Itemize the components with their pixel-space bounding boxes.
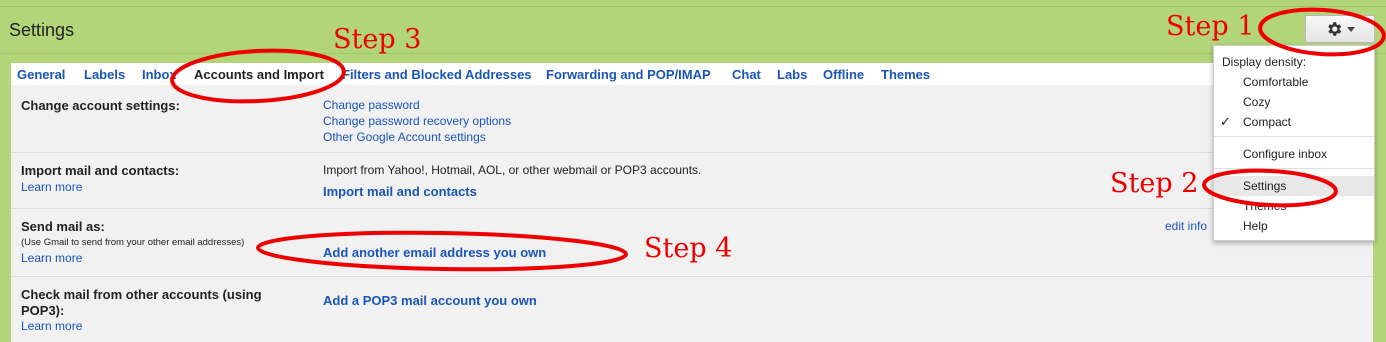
top-divider	[0, 6, 1386, 7]
menu-item-help[interactable]: Help	[1214, 216, 1374, 236]
settings-panel: General Labels Inbox Accounts and Import…	[11, 63, 1373, 342]
tab-filters[interactable]: Filters and Blocked Addresses	[342, 67, 532, 82]
change-password-link[interactable]: Change password	[323, 98, 420, 112]
title-divider	[0, 53, 1386, 54]
tab-chat[interactable]: Chat	[732, 67, 761, 82]
import-mail-link[interactable]: Import mail and contacts	[323, 184, 477, 199]
tab-themes[interactable]: Themes	[881, 67, 930, 82]
menu-item-label: Themes	[1243, 199, 1287, 213]
tab-inbox[interactable]: Inbox	[142, 67, 177, 82]
settings-tabs: General Labels Inbox Accounts and Import…	[11, 63, 1373, 85]
step3-label: Step 3	[333, 24, 422, 55]
settings-gear-button[interactable]	[1305, 15, 1375, 43]
settings-dropdown-menu: Display density: Comfortable Cozy ✓ Comp…	[1213, 45, 1375, 241]
display-density-heading: Display density:	[1222, 55, 1307, 69]
tab-general[interactable]: General	[17, 67, 65, 82]
tab-offline[interactable]: Offline	[823, 67, 864, 82]
check-mail-learn-more-link[interactable]: Learn more	[21, 319, 82, 333]
add-email-address-link[interactable]: Add another email address you own	[323, 245, 546, 260]
menu-item-configure-inbox[interactable]: Configure inbox	[1214, 144, 1374, 164]
check-mail-label: Check mail from other accounts (using	[21, 287, 262, 302]
menu-item-themes[interactable]: Themes	[1214, 196, 1374, 216]
import-label: Import mail and contacts:	[21, 163, 180, 178]
menu-item-cozy[interactable]: Cozy	[1214, 92, 1374, 112]
checkmark-icon: ✓	[1220, 114, 1231, 129]
menu-item-comfortable[interactable]: Comfortable	[1214, 72, 1374, 92]
change-account-row: Change account settings: Change password…	[11, 85, 1373, 153]
menu-item-label: Settings	[1243, 179, 1287, 193]
menu-item-label: Comfortable	[1243, 75, 1309, 89]
chevron-down-icon	[1347, 26, 1355, 32]
send-mail-as-label: Send mail as:	[21, 219, 105, 234]
tab-labels[interactable]: Labels	[84, 67, 125, 82]
add-pop3-link[interactable]: Add a POP3 mail account you own	[323, 293, 537, 308]
menu-item-label: Compact	[1243, 115, 1292, 129]
check-mail-label-cont: POP3):	[21, 303, 65, 318]
import-learn-more-link[interactable]: Learn more	[21, 180, 82, 194]
google-account-settings-link[interactable]: Other Google Account settings	[323, 130, 486, 144]
gear-icon	[1328, 22, 1342, 36]
send-as-learn-more-link[interactable]: Learn more	[21, 251, 82, 265]
step1-label: Step 1	[1166, 11, 1255, 42]
menu-item-settings[interactable]: Settings	[1214, 176, 1374, 196]
step4-label: Step 4	[644, 233, 733, 264]
send-mail-as-sublabel: (Use Gmail to send from your other email…	[21, 237, 245, 248]
step2-label: Step 2	[1110, 168, 1199, 199]
change-account-label: Change account settings:	[21, 98, 180, 113]
menu-separator	[1214, 168, 1374, 169]
check-mail-row: Check mail from other accounts (using PO…	[11, 277, 1373, 342]
menu-item-label: Configure inbox	[1243, 147, 1328, 161]
menu-item-label: Help	[1243, 219, 1268, 233]
page-title: Settings	[9, 20, 75, 40]
menu-item-compact[interactable]: ✓ Compact	[1214, 112, 1374, 132]
import-description: Import from Yahoo!, Hotmail, AOL, or oth…	[323, 163, 702, 177]
accounts-settings-content: Change account settings: Change password…	[11, 85, 1373, 342]
tab-labs[interactable]: Labs	[777, 67, 807, 82]
tab-forwarding[interactable]: Forwarding and POP/IMAP	[546, 67, 711, 82]
change-recovery-link[interactable]: Change password recovery options	[323, 114, 511, 128]
edit-info-link[interactable]: edit info	[1165, 219, 1207, 233]
tab-accounts-and-import[interactable]: Accounts and Import	[194, 67, 324, 82]
menu-separator	[1214, 136, 1374, 137]
menu-item-label: Cozy	[1243, 95, 1271, 109]
